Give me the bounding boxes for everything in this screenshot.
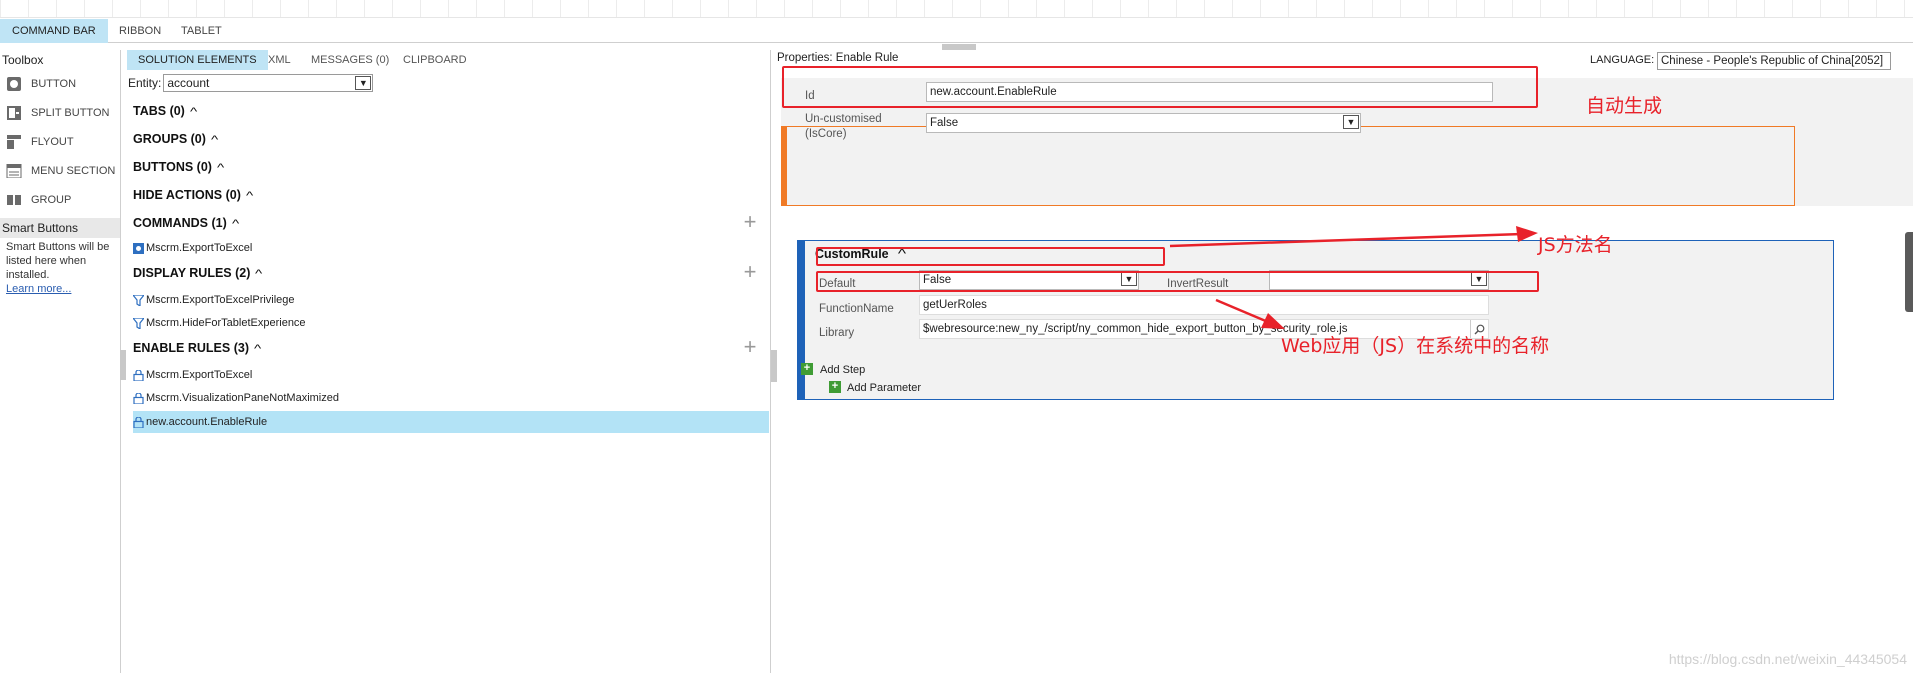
- arrow-head-icon: [1516, 226, 1538, 242]
- arrow-to-web-resource: [1215, 298, 1269, 324]
- watermark: https://blog.csdn.net/weixin_44345054: [1668, 651, 1907, 667]
- arrow-to-js-method: [1169, 232, 1523, 248]
- annotation-js-method: JS方法名: [1538, 234, 1613, 256]
- annotation-web-resource: Web应用（JS）在系统中的名称: [1281, 335, 1550, 357]
- arrow-head-icon: [1261, 313, 1285, 329]
- annotation-arrows: [1169, 226, 1538, 329]
